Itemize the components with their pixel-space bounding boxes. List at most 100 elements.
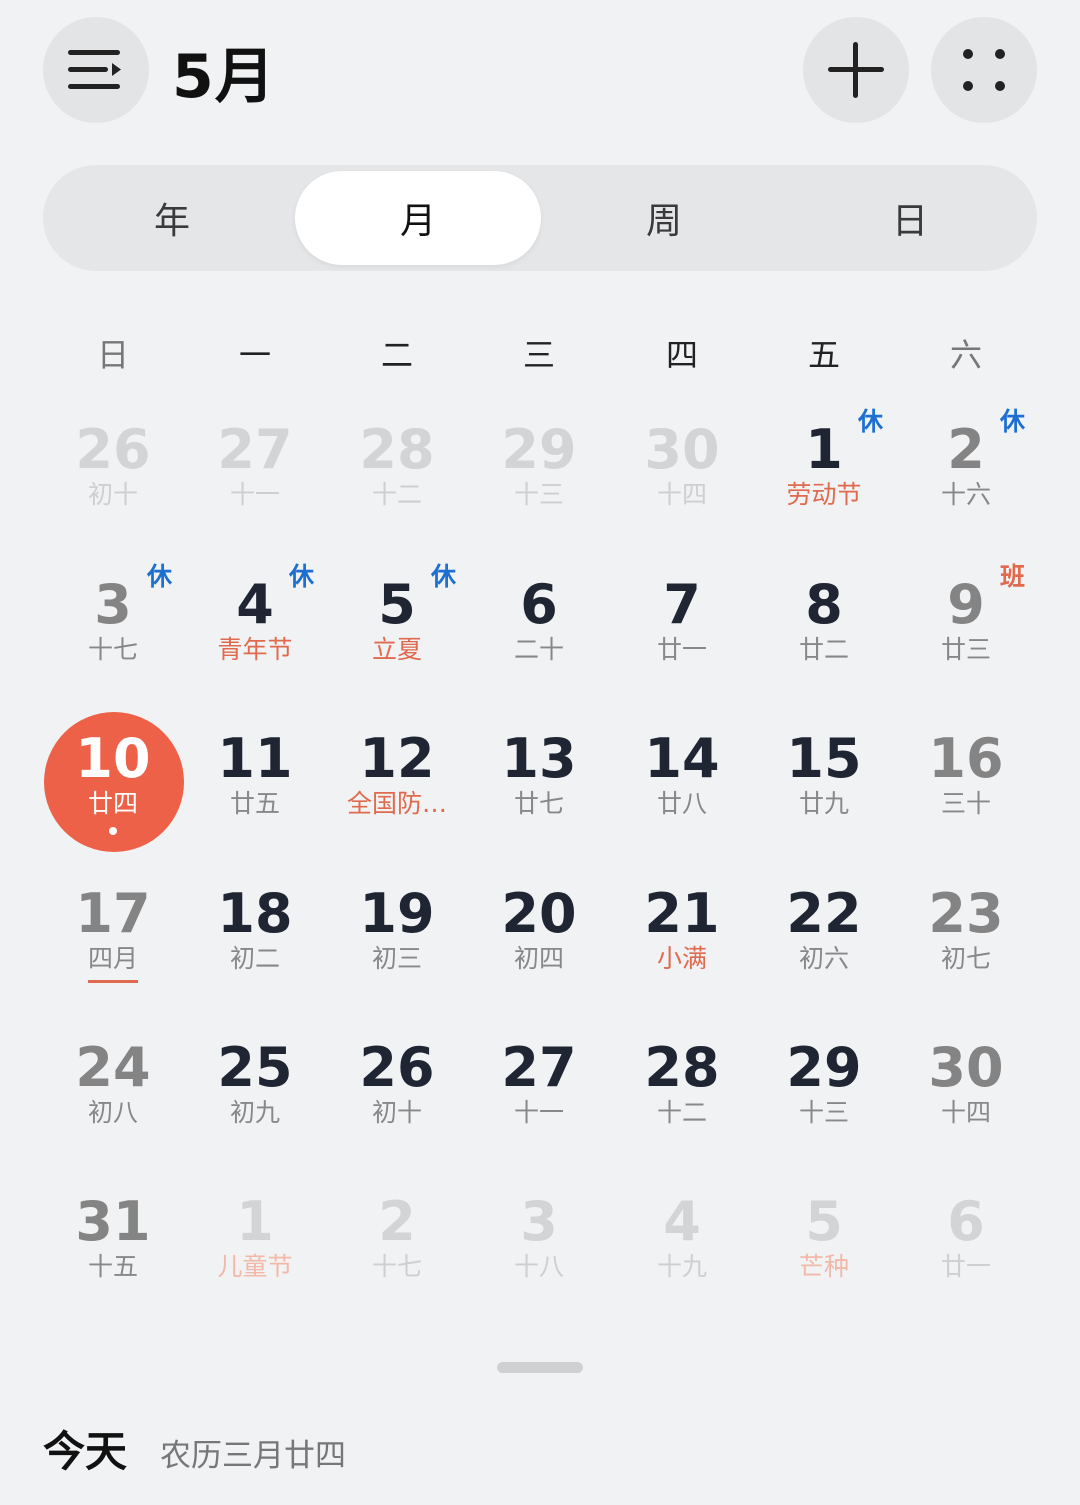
day-cell[interactable]: 5 芒种 (753, 1170, 895, 1320)
lunar-date: 十四 (940, 1098, 991, 1127)
day-cell[interactable]: 31 十五 (42, 1170, 184, 1320)
tab-year[interactable]: 年 (49, 171, 295, 265)
weekday-label: 四 (665, 336, 698, 374)
day-cell[interactable]: 3 十七休 (42, 553, 184, 703)
lunar-date: 十七 (371, 1252, 422, 1281)
day-cell[interactable]: 6 二十 (468, 553, 610, 703)
lunar-date: 初七 (940, 944, 991, 973)
tab-month[interactable]: 月 (295, 171, 541, 265)
day-number: 10 (75, 727, 151, 790)
day-cell[interactable]: 16 三十 (895, 707, 1037, 857)
tab-day[interactable]: 日 (787, 171, 1033, 265)
day-cell[interactable]: 27 十一 (184, 398, 326, 548)
lunar-date: 初十 (371, 1098, 422, 1127)
festival-label: 劳动节 (786, 480, 862, 509)
day-cell[interactable]: 29 十三 (468, 398, 610, 548)
today-label: 今天 (43, 1427, 128, 1476)
day-cell[interactable]: 6 廿一 (895, 1170, 1037, 1320)
lunar-date: 十四 (656, 480, 707, 509)
day-number: 26 (75, 418, 151, 481)
lunar-date: 十二 (371, 480, 422, 509)
day-cell[interactable]: 28 十二 (611, 1016, 753, 1166)
weekday-label: 五 (807, 336, 840, 374)
day-number: 28 (644, 1036, 720, 1099)
menu-button[interactable] (43, 17, 149, 123)
day-number: 5 (805, 1190, 843, 1253)
lunar-date: 二十 (513, 635, 564, 664)
day-cell[interactable]: 2 十七 (326, 1170, 468, 1320)
lunar-date: 廿一 (940, 1252, 991, 1281)
day-number: 1 (236, 1190, 274, 1253)
day-number: 13 (501, 727, 577, 790)
lunar-date: 十三 (513, 480, 564, 509)
day-cell[interactable]: 11 廿五 (184, 707, 326, 857)
lunar-date: 廿八 (656, 789, 707, 818)
day-cell[interactable]: 22 初六 (753, 862, 895, 1012)
tab-week[interactable]: 周 (541, 171, 787, 265)
day-cell[interactable]: 3 十八 (468, 1170, 610, 1320)
festival-label: 青年节 (217, 635, 293, 664)
lunar-date: 十六 (940, 480, 991, 509)
day-cell-today[interactable]: 10 廿四 (42, 707, 184, 857)
day-cell[interactable]: 29 十三 (753, 1016, 895, 1166)
festival-label: 立夏 (371, 635, 422, 664)
holiday-badge: 休 (147, 562, 173, 591)
day-cell[interactable]: 4 青年节休 (184, 553, 326, 703)
day-number: 20 (501, 882, 577, 945)
holiday-badge: 休 (1000, 407, 1026, 436)
lunar-date: 十八 (513, 1252, 564, 1281)
day-number: 6 (947, 1190, 985, 1253)
day-cell[interactable]: 24 初八 (42, 1016, 184, 1166)
day-cell[interactable]: 25 初九 (184, 1016, 326, 1166)
lunar-date: 初四 (513, 944, 564, 973)
day-cell[interactable]: 2 十六休 (895, 398, 1037, 548)
day-cell[interactable]: 9 廿三班 (895, 553, 1037, 703)
day-number: 31 (75, 1190, 151, 1253)
day-number: 17 (75, 882, 151, 945)
view-switcher: 年 月 周 日 (43, 165, 1037, 271)
day-cell[interactable]: 1 儿童节 (184, 1170, 326, 1320)
day-cell[interactable]: 26 初十 (326, 1016, 468, 1166)
day-number: 16 (928, 727, 1004, 790)
day-number: 18 (217, 882, 293, 945)
day-cell[interactable]: 5 立夏休 (326, 553, 468, 703)
day-number: 3 (520, 1190, 558, 1253)
day-cell[interactable]: 17 四月 (42, 862, 184, 1012)
festival-label: 全国防… (346, 789, 447, 818)
weekday-label: 日 (96, 336, 129, 374)
add-event-button[interactable] (803, 17, 909, 123)
day-cell[interactable]: 12 全国防… (326, 707, 468, 857)
day-cell[interactable]: 8 廿二 (753, 553, 895, 703)
day-number: 24 (75, 1036, 151, 1099)
day-number: 4 (663, 1190, 701, 1253)
weekday-label: 一 (238, 336, 271, 374)
day-cell[interactable]: 30 十四 (611, 398, 753, 548)
drag-handle[interactable] (497, 1362, 583, 1373)
day-cell[interactable]: 26 初十 (42, 398, 184, 548)
plus-icon (828, 42, 884, 98)
lunar-date: 十七 (87, 635, 138, 664)
lunar-date: 十二 (656, 1098, 707, 1127)
day-cell[interactable]: 4 十九 (611, 1170, 753, 1320)
festival-label: 儿童节 (217, 1252, 293, 1281)
day-number: 25 (217, 1036, 293, 1099)
day-cell[interactable]: 14 廿八 (611, 707, 753, 857)
day-cell[interactable]: 13 廿七 (468, 707, 610, 857)
day-cell[interactable]: 19 初三 (326, 862, 468, 1012)
day-cell[interactable]: 18 初二 (184, 862, 326, 1012)
day-cell[interactable]: 23 初七 (895, 862, 1037, 1012)
more-options-button[interactable] (931, 17, 1037, 123)
day-cell[interactable]: 15 廿九 (753, 707, 895, 857)
day-cell[interactable]: 1 劳动节休 (753, 398, 895, 548)
lunar-date: 初六 (798, 944, 849, 973)
weekday-label: 二 (380, 336, 413, 374)
day-cell[interactable]: 28 十二 (326, 398, 468, 548)
lunar-month-underline (88, 980, 138, 983)
day-cell[interactable]: 30 十四 (895, 1016, 1037, 1166)
day-cell[interactable]: 7 廿一 (611, 553, 753, 703)
day-number: 7 (663, 573, 701, 636)
day-cell[interactable]: 20 初四 (468, 862, 610, 1012)
day-number: 30 (644, 418, 720, 481)
day-cell[interactable]: 21 小满 (611, 862, 753, 1012)
day-cell[interactable]: 27 十一 (468, 1016, 610, 1166)
